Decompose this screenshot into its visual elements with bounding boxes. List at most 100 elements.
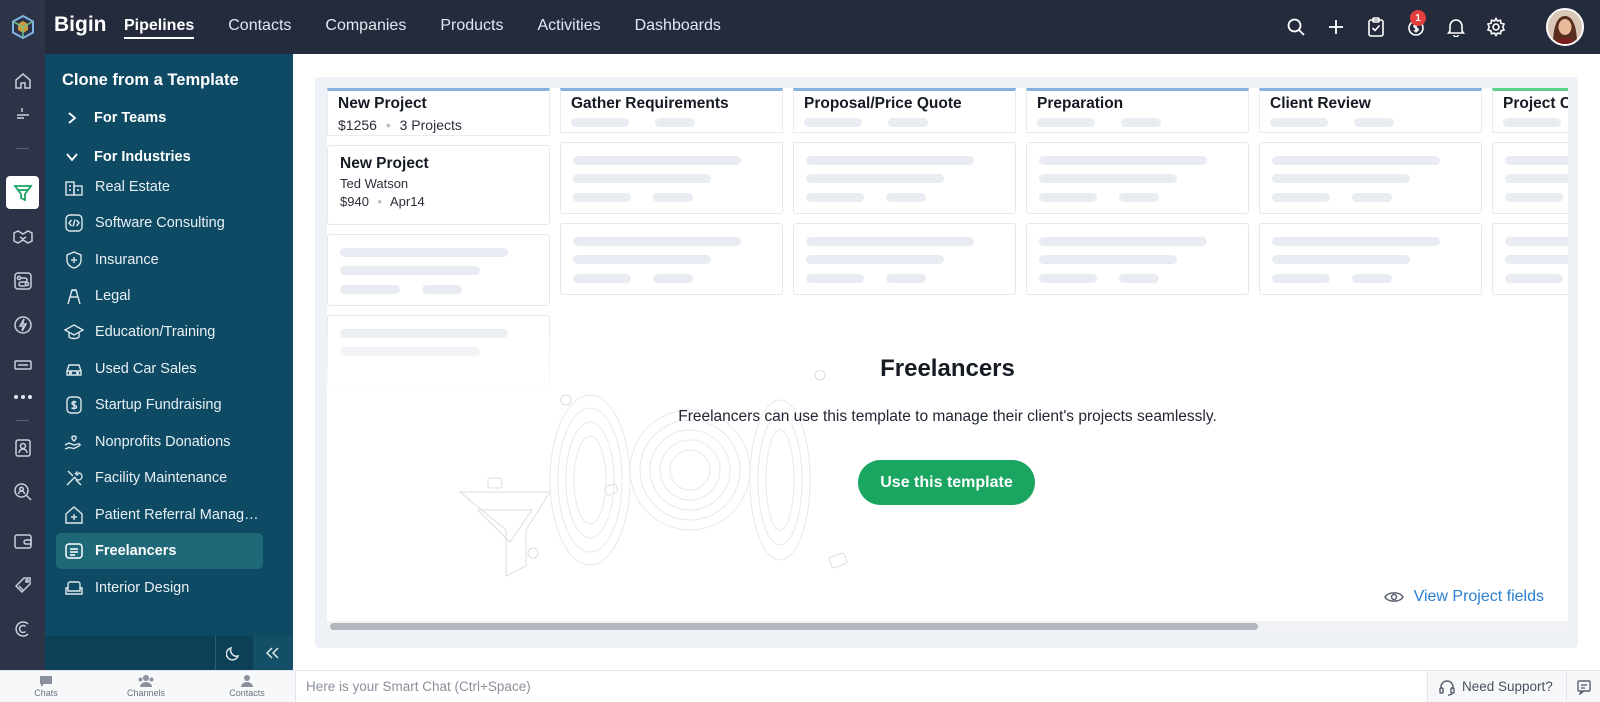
industry-item-patient-referral[interactable]: Patient Referral Management <box>56 497 263 533</box>
chat-bubble-icon <box>40 676 52 687</box>
need-support-button[interactable]: Need Support? <box>1438 671 1553 702</box>
industry-item-legal[interactable]: Legal <box>56 278 263 314</box>
nav-dashboards[interactable]: Dashboards <box>618 0 738 54</box>
stage-header: Proposal/Price Quote <box>793 88 1016 133</box>
support-label: Need Support? <box>1462 679 1553 694</box>
left-rail <box>0 54 45 670</box>
industry-label: Legal <box>95 288 131 304</box>
template-description: Freelancers can use this template to man… <box>678 408 1217 425</box>
search-person-icon[interactable] <box>6 475 39 508</box>
channels-tab[interactable]: Channels <box>116 674 176 702</box>
stage-count: 3 Projects <box>399 117 462 133</box>
workflow-icon[interactable] <box>6 264 39 297</box>
freelancer-illustration <box>458 370 848 577</box>
placeholder-card <box>560 142 783 214</box>
nav-contacts[interactable]: Contacts <box>211 0 308 54</box>
deal-name: New Project <box>340 155 429 172</box>
integrations-icon[interactable] <box>6 612 39 645</box>
chats-tab[interactable]: Chats <box>16 674 76 702</box>
rail-divider <box>16 148 29 149</box>
header-actions: 1 <box>1276 0 1516 54</box>
template-panel: Clone from a Template For Teams For Indu… <box>45 54 293 670</box>
industry-item-insurance[interactable]: Insurance <box>56 242 263 278</box>
industry-item-freelancers[interactable]: Freelancers <box>56 533 263 569</box>
bigin-logo-icon[interactable] <box>0 0 45 54</box>
sofa-icon <box>63 577 85 599</box>
industry-item-real-estate[interactable]: Real Estate <box>56 169 263 205</box>
laptop-icon <box>63 540 85 562</box>
deal-date: Apr14 <box>390 194 425 209</box>
deal-card: New Project Ted Watson $940 • Apr14 <box>327 145 550 225</box>
section-for-industries[interactable]: For Industries <box>62 146 191 168</box>
car-icon <box>63 358 85 380</box>
nav-products[interactable]: Products <box>423 0 520 54</box>
scale-icon <box>63 285 85 307</box>
deals-icon[interactable]: 1 <box>1396 7 1436 47</box>
people-icon <box>138 675 154 687</box>
industry-item-interior-design[interactable]: Interior Design <box>56 570 263 606</box>
tools-icon <box>63 467 85 489</box>
nav-companies[interactable]: Companies <box>308 0 423 54</box>
dark-mode-moon-icon[interactable] <box>215 636 251 670</box>
stage-header: Gather Requirements <box>560 88 783 133</box>
rail-divider <box>16 420 29 421</box>
nav-pipelines[interactable]: Pipelines <box>107 0 211 54</box>
automation-icon[interactable] <box>6 308 39 341</box>
pipeline-funnel-icon[interactable] <box>6 176 39 209</box>
ticket-icon[interactable] <box>6 348 39 381</box>
collapse-panel-icon[interactable] <box>253 636 293 670</box>
bottom-bar: Chats Channels Contacts Need Support? <box>0 670 1600 702</box>
nav-activities[interactable]: Activities <box>520 0 617 54</box>
section-for-teams[interactable]: For Teams <box>62 107 166 129</box>
placeholder-card <box>793 142 1016 214</box>
placeholder-card <box>1026 223 1249 295</box>
wallet-icon[interactable] <box>6 524 39 557</box>
industry-label: Patient Referral Management <box>95 507 263 523</box>
view-fields-label: View Project fields <box>1413 588 1544 605</box>
stage-header: Project Completed <box>1492 88 1568 133</box>
chevron-down-icon <box>62 152 82 162</box>
placeholder-card <box>327 234 550 306</box>
brand-name[interactable]: Bigin <box>54 13 107 37</box>
placeholder-card <box>560 223 783 295</box>
industry-item-startup-fundraising[interactable]: Startup Fundraising <box>56 387 263 423</box>
scrollbar-thumb[interactable] <box>330 623 1258 630</box>
eye-icon <box>1383 590 1404 604</box>
tag-icon[interactable] <box>6 568 39 601</box>
gear-icon[interactable] <box>1476 7 1516 47</box>
stage-column: Gather Requirements <box>560 88 783 295</box>
placeholder-card <box>1259 142 1482 214</box>
user-avatar[interactable] <box>1546 8 1584 46</box>
industry-item-facility-maintenance[interactable]: Facility Maintenance <box>56 460 263 496</box>
dollar-icon <box>63 394 85 416</box>
horizontal-scrollbar[interactable] <box>327 621 1568 631</box>
industry-item-software-consulting[interactable]: Software Consulting <box>56 205 263 241</box>
search-icon[interactable] <box>1276 7 1316 47</box>
bell-icon[interactable] <box>1436 7 1476 47</box>
handshake-icon[interactable] <box>6 220 39 253</box>
view-project-fields-link[interactable]: View Project fields <box>1383 588 1544 606</box>
tasks-icon[interactable] <box>1356 7 1396 47</box>
placeholder-card <box>793 223 1016 295</box>
stage-name: Project Completed <box>1503 95 1568 112</box>
industry-label: Insurance <box>95 252 159 268</box>
panel-title: Clone from a Template <box>62 71 239 89</box>
smart-chat-input[interactable] <box>295 671 1428 702</box>
use-template-button[interactable]: Use this template <box>858 460 1035 505</box>
more-options-icon[interactable] <box>6 380 39 413</box>
plus-icon[interactable] <box>1316 7 1356 47</box>
chat-window-icon[interactable] <box>1566 671 1600 702</box>
contact-book-icon[interactable] <box>6 431 39 464</box>
industry-label: Software Consulting <box>95 215 225 231</box>
industry-item-used-car-sales[interactable]: Used Car Sales <box>56 351 263 387</box>
industry-item-education-training[interactable]: Education/Training <box>56 314 263 350</box>
home-icon[interactable] <box>6 64 39 97</box>
contacts-tab[interactable]: Contacts <box>217 674 277 702</box>
section-label: For Industries <box>94 149 191 165</box>
feed-icon[interactable] <box>6 96 39 129</box>
industry-label: Real Estate <box>95 179 170 195</box>
industry-item-nonprofits-donations[interactable]: Nonprofits Donations <box>56 424 263 460</box>
code-icon <box>63 212 85 234</box>
top-bar: Bigin Pipelines Contacts Companies Produ… <box>0 0 1600 54</box>
industry-label: Interior Design <box>95 580 190 596</box>
